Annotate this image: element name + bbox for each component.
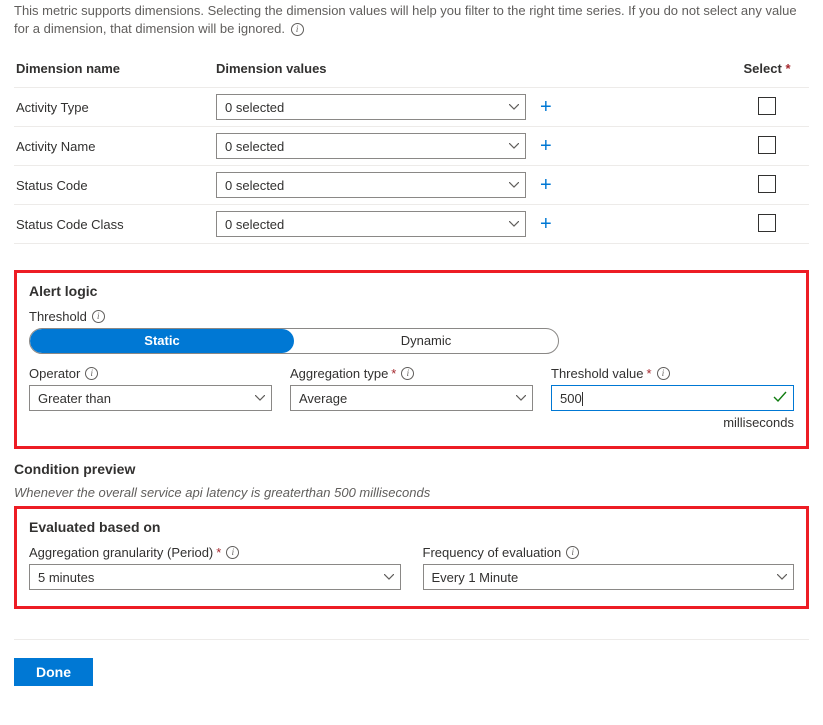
col-dimension-name: Dimension name (16, 61, 216, 76)
select-checkbox[interactable] (758, 214, 776, 232)
evaluated-section: Evaluated based on Aggregation granulari… (14, 506, 809, 609)
threshold-toggle-dynamic[interactable]: Dynamic (294, 329, 558, 353)
info-icon[interactable]: i (92, 310, 105, 323)
threshold-unit: milliseconds (551, 415, 794, 430)
operator-label: Operator i (29, 366, 272, 381)
separator (14, 639, 809, 640)
threshold-toggle-static[interactable]: Static (30, 329, 294, 353)
dimension-name: Activity Type (16, 100, 216, 115)
aggregation-granularity-label: Aggregation granularity (Period) * i (29, 545, 401, 560)
col-dimension-values: Dimension values (216, 61, 526, 76)
frequency-select[interactable]: Every 1 Minute (423, 564, 795, 590)
chevron-down-icon (777, 574, 787, 580)
dimension-name: Status Code Class (16, 217, 216, 232)
add-dimension-value-button[interactable]: + (526, 175, 586, 195)
info-icon[interactable]: i (566, 546, 579, 559)
chevron-down-icon (509, 143, 519, 149)
threshold-label: Threshold i (29, 309, 794, 324)
chevron-down-icon (509, 104, 519, 110)
info-icon[interactable]: i (226, 546, 239, 559)
chevron-down-icon (255, 395, 265, 401)
chevron-down-icon (509, 182, 519, 188)
intro-text: This metric supports dimensions. Selecti… (14, 0, 809, 38)
add-dimension-value-button[interactable]: + (526, 214, 586, 234)
chevron-down-icon (384, 574, 394, 580)
threshold-value-label: Threshold value * i (551, 366, 794, 381)
dimension-name: Activity Name (16, 139, 216, 154)
add-dimension-value-button[interactable]: + (526, 136, 586, 156)
text-cursor (582, 392, 583, 406)
aggregation-type-select[interactable]: Average (290, 385, 533, 411)
chevron-down-icon (509, 221, 519, 227)
select-checkbox[interactable] (758, 97, 776, 115)
threshold-toggle[interactable]: Static Dynamic (29, 328, 559, 354)
alert-logic-title: Alert logic (29, 283, 794, 299)
table-row: Status Code Class 0 selected + (14, 205, 809, 244)
operator-select[interactable]: Greater than (29, 385, 272, 411)
col-select: Select * (727, 61, 807, 76)
dimension-name: Status Code (16, 178, 216, 193)
condition-preview-text: Whenever the overall service api latency… (14, 485, 809, 500)
dimension-values-select[interactable]: 0 selected (216, 133, 526, 159)
dimension-values-select[interactable]: 0 selected (216, 172, 526, 198)
alert-logic-section: Alert logic Threshold i Static Dynamic O… (14, 270, 809, 449)
done-button[interactable]: Done (14, 658, 93, 686)
condition-preview-title: Condition preview (14, 461, 809, 477)
select-checkbox[interactable] (758, 136, 776, 154)
dimensions-header: Dimension name Dimension values Select * (14, 50, 809, 88)
threshold-value-input[interactable]: 500 (551, 385, 794, 411)
chevron-down-icon (516, 395, 526, 401)
select-checkbox[interactable] (758, 175, 776, 193)
evaluated-title: Evaluated based on (29, 519, 794, 535)
add-dimension-value-button[interactable]: + (526, 97, 586, 117)
aggregation-type-label: Aggregation type * i (290, 366, 533, 381)
aggregation-granularity-select[interactable]: 5 minutes (29, 564, 401, 590)
check-icon (773, 391, 787, 406)
info-icon[interactable]: i (291, 23, 304, 36)
table-row: Status Code 0 selected + (14, 166, 809, 205)
info-icon[interactable]: i (657, 367, 670, 380)
info-icon[interactable]: i (401, 367, 414, 380)
dimension-values-select[interactable]: 0 selected (216, 211, 526, 237)
frequency-label: Frequency of evaluation i (423, 545, 795, 560)
info-icon[interactable]: i (85, 367, 98, 380)
table-row: Activity Name 0 selected + (14, 127, 809, 166)
dimension-values-select[interactable]: 0 selected (216, 94, 526, 120)
table-row: Activity Type 0 selected + (14, 88, 809, 127)
dimensions-table: Dimension name Dimension values Select *… (14, 50, 809, 244)
